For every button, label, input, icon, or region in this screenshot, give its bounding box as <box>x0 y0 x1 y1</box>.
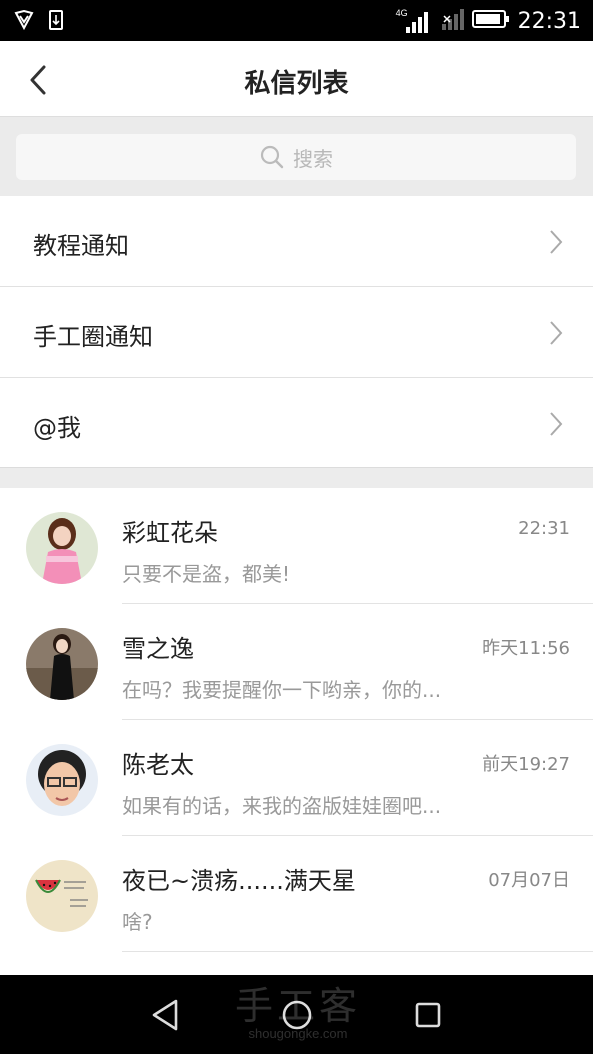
shield-icon <box>14 9 34 35</box>
notice-item-tutorial[interactable]: 教程通知 <box>0 196 593 287</box>
nav-recents-button[interactable] <box>408 995 448 1035</box>
watermark: 手工客 shougongke.com <box>228 975 368 1041</box>
conversation-time: 07月07日 <box>488 870 570 891</box>
conversation-name: 彩虹花朵 <box>122 519 218 547</box>
nav-back-button[interactable] <box>146 995 186 1035</box>
search-placeholder: 搜索 <box>293 146 333 171</box>
navigation-bar: 手工客 shougongke.com <box>0 975 593 1054</box>
conversation-item[interactable]: 夜已~溃疡......满天星 07月07日 啥? <box>0 836 593 952</box>
conversation-preview: 如果有的话，来我的盗版娃娃圈吧... <box>122 794 442 818</box>
page-title: 私信列表 <box>244 69 349 99</box>
battery-icon <box>471 9 510 34</box>
search-area: 搜索 <box>0 117 593 196</box>
search-input[interactable]: 搜索 <box>16 134 576 180</box>
conversation-item[interactable]: 雪之逸 昨天11:56 在吗？我要提醒你一下哟亲，你的... <box>0 604 593 720</box>
conversation-preview: 啥? <box>122 910 153 934</box>
watermark-cn: 手工客 <box>234 984 361 1028</box>
avatar <box>26 512 98 584</box>
watermark-en: shougongke.com <box>248 1026 348 1041</box>
conversation-list: 彩虹花朵 22:31 只要不是盗，都美! 雪之逸 昨天11:56 在吗？我要提醒… <box>0 488 593 975</box>
conversation-item[interactable]: 彩虹花朵 22:31 只要不是盗，都美! <box>0 488 593 604</box>
avatar <box>26 860 98 932</box>
divider <box>122 951 593 952</box>
conversation-time: 前天19:27 <box>482 754 570 775</box>
conversation-item[interactable]: 陈老太 前天19:27 如果有的话，来我的盗版娃娃圈吧... <box>0 720 593 836</box>
section-divider <box>0 467 593 488</box>
notice-list: 教程通知 手工圈通知 @我 <box>0 196 593 469</box>
avatar <box>26 744 98 816</box>
signal-empty-icon <box>438 6 464 37</box>
notice-label: 手工圈通知 <box>33 323 153 351</box>
download-icon <box>48 10 64 35</box>
notice-item-mentions[interactable]: @我 <box>0 378 593 469</box>
notice-label: 教程通知 <box>33 232 129 260</box>
chevron-right-icon <box>550 321 563 345</box>
conversation-preview: 在吗？我要提醒你一下哟亲，你的... <box>122 678 442 702</box>
chevron-right-icon <box>550 412 563 436</box>
search-icon <box>260 145 284 169</box>
avatar <box>26 628 98 700</box>
conversation-time: 22:31 <box>518 518 570 539</box>
conversation-name: 雪之逸 <box>122 635 194 663</box>
conversation-time: 昨天11:56 <box>482 638 570 659</box>
chevron-right-icon <box>550 230 563 254</box>
clock: 22:31 <box>517 9 581 34</box>
conversation-name: 夜已~溃疡......满天星 <box>122 867 356 895</box>
square-recents-icon <box>415 1002 441 1028</box>
notice-item-craft-circle[interactable]: 手工圈通知 <box>0 287 593 378</box>
conversation-name: 陈老太 <box>122 751 194 779</box>
triangle-back-icon <box>152 999 178 1031</box>
status-bar: 4G 22:31 <box>0 0 593 41</box>
conversation-preview: 只要不是盗，都美! <box>122 562 291 586</box>
signal-icon: 4G <box>396 8 430 35</box>
app-header: 私信列表 <box>0 41 593 117</box>
notice-label: @我 <box>33 414 81 442</box>
